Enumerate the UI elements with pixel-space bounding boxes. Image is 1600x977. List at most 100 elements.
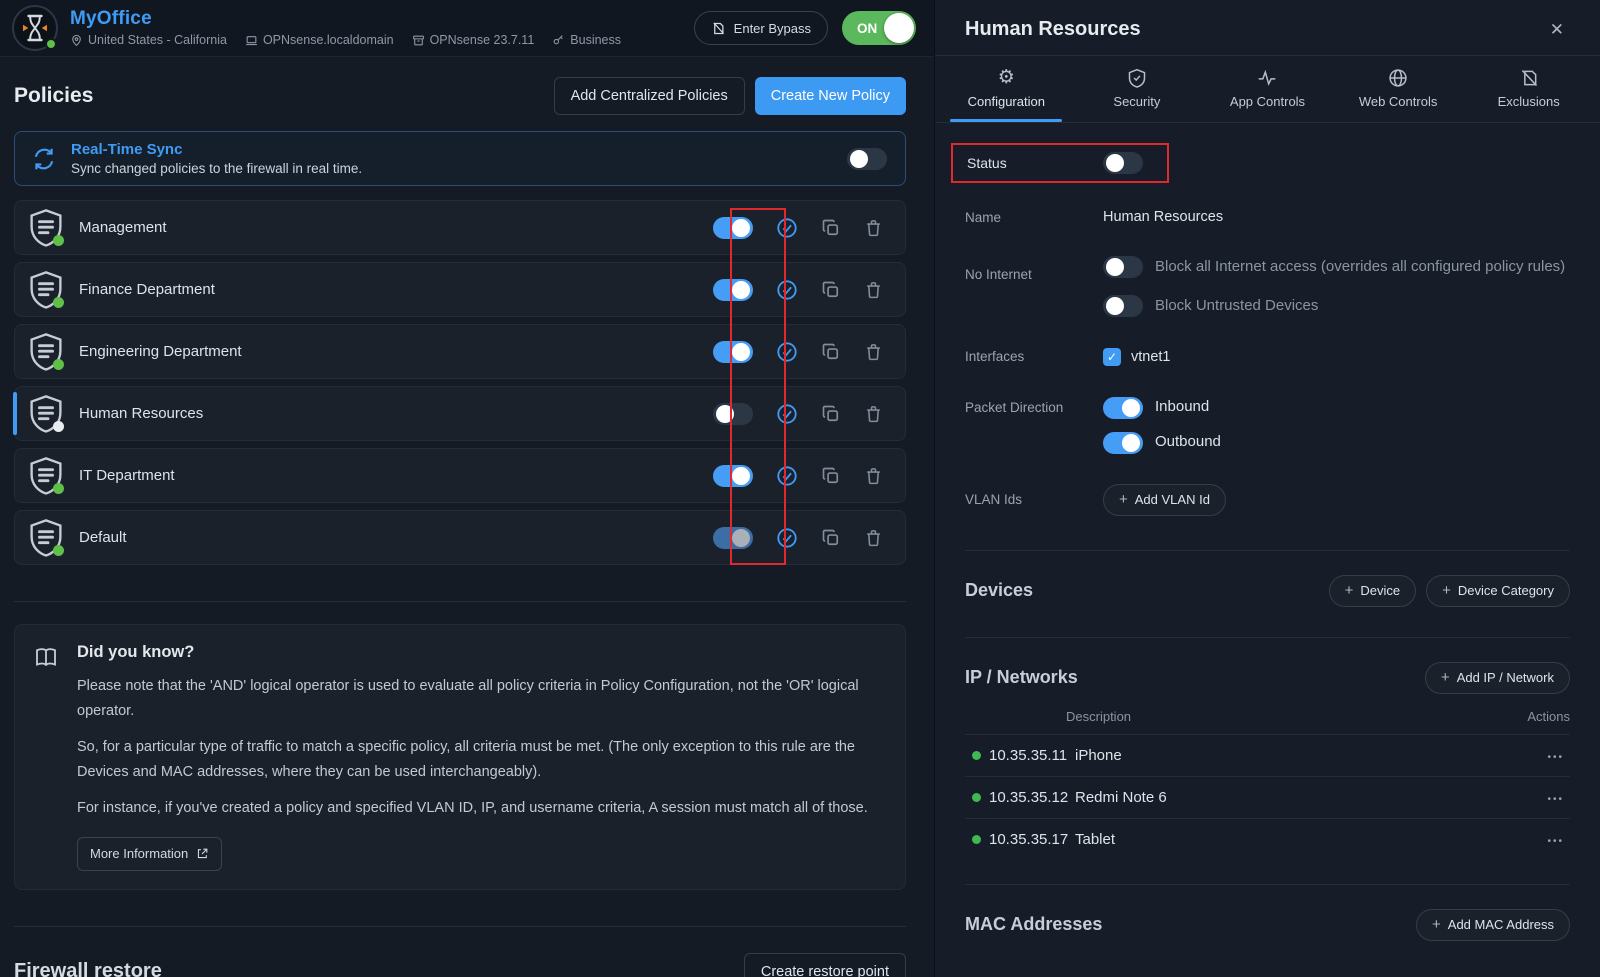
status-toggle[interactable] <box>1103 152 1143 174</box>
policy-delete-button[interactable] <box>864 404 883 424</box>
policy-delete-button[interactable] <box>864 280 883 300</box>
policy-shield-icon <box>29 518 65 558</box>
details-title: Human Resources <box>965 18 1141 41</box>
name-label: Name <box>965 210 1103 225</box>
location-pin-icon <box>70 34 83 47</box>
add-vlan-button[interactable]: Add VLAN Id <box>1103 484 1226 516</box>
devices-title: Devices <box>965 580 1033 601</box>
block-all-internet-label: Block all Internet access (overrides all… <box>1155 255 1565 278</box>
plus-icon <box>1432 917 1441 932</box>
ip-network-row[interactable]: 10.35.35.17 Tablet <box>965 818 1570 860</box>
did-you-know-paragraph: Please note that the 'AND' logical opera… <box>77 674 885 725</box>
tab-exclusions[interactable]: Exclusions <box>1463 56 1594 122</box>
policy-row-actions <box>713 279 883 301</box>
policy-apply-button[interactable] <box>776 527 798 549</box>
devices-section-header: Devices Device Device Category <box>965 575 1570 607</box>
realtime-sync-banner: Real-Time Sync Sync changed policies to … <box>14 131 906 186</box>
more-information-button[interactable]: More Information <box>77 837 222 871</box>
edition-item: Business <box>552 33 621 47</box>
close-icon[interactable]: ✕ <box>1544 20 1570 39</box>
add-centralized-policies-button[interactable]: Add Centralized Policies <box>554 77 745 115</box>
policy-row[interactable]: Human Resources <box>14 386 906 441</box>
policy-apply-button[interactable] <box>776 279 798 301</box>
ip-address: 10.35.35.12 <box>989 789 1066 806</box>
ip-networks-section-header: IP / Networks Add IP / Network <box>965 662 1570 694</box>
policy-duplicate-button[interactable] <box>821 528 841 548</box>
details-header: Human Resources ✕ <box>935 0 1600 56</box>
policy-enable-toggle[interactable] <box>713 279 753 301</box>
add-mac-address-button[interactable]: Add MAC Address <box>1416 909 1570 941</box>
row-actions-menu-icon[interactable] <box>1541 828 1570 850</box>
policy-enable-toggle[interactable] <box>713 341 753 363</box>
archive-box-icon <box>412 34 425 47</box>
add-ip-network-button[interactable]: Add IP / Network <box>1425 662 1570 694</box>
policy-row[interactable]: Finance Department <box>14 262 906 317</box>
copy-icon <box>821 280 841 300</box>
page-title: Policies <box>14 84 93 108</box>
interface-option: vtnet1 <box>1103 348 1171 366</box>
policy-delete-button[interactable] <box>864 342 883 362</box>
policy-duplicate-button[interactable] <box>821 218 841 238</box>
policy-enable-toggle[interactable] <box>713 403 753 425</box>
policy-apply-button[interactable] <box>776 217 798 239</box>
block-all-internet-toggle[interactable] <box>1103 256 1143 278</box>
policy-duplicate-button[interactable] <box>821 280 841 300</box>
ip-rows: 10.35.35.11 iPhone 10.35.35.12 Redmi Not… <box>965 734 1570 860</box>
policy-delete-button[interactable] <box>864 528 883 548</box>
policy-row[interactable]: Engineering Department <box>14 324 906 379</box>
section-divider <box>965 637 1570 638</box>
sync-texts: Real-Time Sync Sync changed policies to … <box>71 141 362 176</box>
tab-app-controls[interactable]: App Controls <box>1202 56 1333 122</box>
create-new-policy-button[interactable]: Create New Policy <box>755 77 906 115</box>
hostname-item: OPNsense.localdomain <box>245 33 394 47</box>
tab-configuration[interactable]: ⚙ Configuration <box>941 56 1072 122</box>
policy-apply-button[interactable] <box>776 403 798 425</box>
inbound-toggle[interactable] <box>1103 397 1143 419</box>
inbound-label: Inbound <box>1155 396 1209 418</box>
add-device-button[interactable]: Device <box>1329 575 1417 607</box>
enter-bypass-button[interactable]: Enter Bypass <box>694 11 828 45</box>
policy-delete-button[interactable] <box>864 466 883 486</box>
create-restore-point-button[interactable]: Create restore point <box>744 953 906 977</box>
policy-row-actions <box>713 465 883 487</box>
outbound-toggle[interactable] <box>1103 432 1143 454</box>
policy-duplicate-button[interactable] <box>821 466 841 486</box>
online-status-dot <box>972 793 981 802</box>
firewall-restore-header: Firewall restore Create restore point <box>14 953 906 977</box>
policy-enable-toggle[interactable] <box>713 217 753 239</box>
devices-actions: Device Device Category <box>1329 575 1570 607</box>
ip-networks-table: Description Actions 10.35.35.11 iPhone <box>965 700 1570 860</box>
ip-network-row[interactable]: 10.35.35.11 iPhone <box>965 734 1570 776</box>
tab-security[interactable]: Security <box>1072 56 1203 122</box>
ip-network-row[interactable]: 10.35.35.12 Redmi Note 6 <box>965 776 1570 818</box>
policy-enable-toggle[interactable] <box>713 465 753 487</box>
policy-name: Management <box>79 219 167 236</box>
realtime-sync-toggle[interactable] <box>847 148 887 170</box>
check-circle-icon <box>776 217 798 239</box>
add-device-category-button[interactable]: Device Category <box>1426 575 1570 607</box>
ip-description: Tablet <box>1075 831 1115 848</box>
policy-delete-button[interactable] <box>864 218 883 238</box>
policies-header-actions: Add Centralized Policies Create New Poli… <box>554 77 906 115</box>
trash-icon <box>864 280 883 300</box>
did-you-know-title: Did you know? <box>77 643 885 662</box>
policy-row[interactable]: Default <box>14 510 906 565</box>
policy-duplicate-button[interactable] <box>821 342 841 362</box>
policy-apply-button[interactable] <box>776 465 798 487</box>
tab-web-controls[interactable]: Web Controls <box>1333 56 1464 122</box>
policy-row[interactable]: Management <box>14 200 906 255</box>
engine-on-toggle[interactable]: ON <box>842 11 916 45</box>
block-untrusted-toggle[interactable] <box>1103 295 1143 317</box>
interface-checkbox[interactable] <box>1103 348 1121 366</box>
row-actions-menu-icon[interactable] <box>1541 744 1570 766</box>
brand-block: MyOffice United States - California OPNs… <box>70 8 621 47</box>
section-divider <box>965 550 1570 551</box>
ip-address: 10.35.35.17 <box>989 831 1066 848</box>
policy-row[interactable]: IT Department <box>14 448 906 503</box>
globe-icon <box>1388 68 1408 88</box>
policy-apply-button[interactable] <box>776 341 798 363</box>
policy-enable-toggle[interactable] <box>713 527 753 549</box>
inbound-row: Inbound <box>1103 396 1221 419</box>
policy-duplicate-button[interactable] <box>821 404 841 424</box>
row-actions-menu-icon[interactable] <box>1541 786 1570 808</box>
